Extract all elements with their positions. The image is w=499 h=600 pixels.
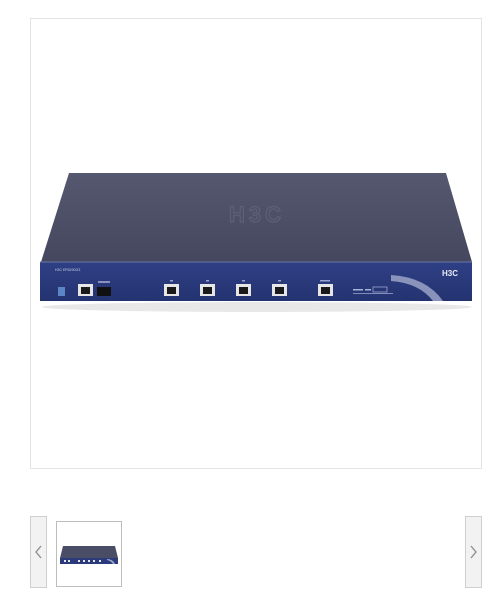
sfp-port: [97, 287, 111, 296]
thumbnail-router-image: [60, 546, 118, 564]
chevron-left-icon: [35, 545, 42, 559]
product-image-gallery: H3C H3C H3C ER5200G3: [0, 0, 499, 600]
chevron-right-icon: [470, 545, 477, 559]
router-illustration: H3C H3C H3C ER5200G3: [40, 173, 472, 312]
main-product-image: H3C H3C H3C ER5200G3: [30, 18, 482, 469]
thumbnail-item[interactable]: [56, 521, 122, 587]
brand-logo: H3C: [442, 269, 458, 278]
next-thumbnail-button[interactable]: [465, 516, 482, 588]
console-port: [58, 287, 65, 296]
thumbnail-strip: [30, 516, 482, 588]
embossed-logo: H3C: [229, 202, 285, 227]
prev-thumbnail-button[interactable]: [30, 516, 47, 588]
model-label: H3C ER5200G3: [55, 268, 80, 272]
